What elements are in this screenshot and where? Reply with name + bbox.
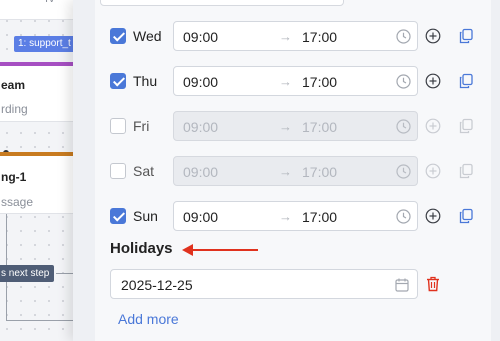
workflow-node[interactable]: eam rding xyxy=(0,62,80,122)
end-time[interactable]: 17:00 xyxy=(302,164,337,180)
arrow-right-icon: → xyxy=(279,119,292,134)
add-time-range-icon[interactable] xyxy=(425,118,441,134)
arrow-right-icon: → xyxy=(279,74,292,89)
time-range-input[interactable]: 09:00 → 17:00 xyxy=(173,201,418,231)
day-label: Sun xyxy=(133,208,158,224)
connection-tag[interactable]: 1: support_t xyxy=(14,36,75,52)
time-range-input[interactable]: 09:00 → 17:00 xyxy=(173,156,418,186)
next-step-tag[interactable]: s next step xyxy=(0,265,55,282)
day-label: Thu xyxy=(133,73,158,89)
node-label: IV xyxy=(45,0,55,5)
day-checkbox[interactable] xyxy=(110,28,126,44)
time-range-input[interactable]: 09:00 → 17:00 xyxy=(173,111,418,141)
copy-icon[interactable] xyxy=(458,73,474,89)
add-more-link[interactable]: Add more xyxy=(118,311,179,327)
end-time[interactable]: 17:00 xyxy=(302,29,337,45)
day-checkbox[interactable] xyxy=(110,118,126,134)
start-time[interactable]: 09:00 xyxy=(183,29,218,45)
holiday-date-value: 2025-12-25 xyxy=(121,277,193,293)
day-checkbox[interactable] xyxy=(110,208,126,224)
end-time[interactable]: 17:00 xyxy=(302,209,337,225)
arrow-right-icon: → xyxy=(279,164,292,179)
day-checkbox[interactable] xyxy=(110,73,126,89)
annotation-arrow-icon xyxy=(182,244,258,256)
clock-icon xyxy=(396,164,411,179)
clock-icon xyxy=(396,74,411,89)
copy-icon[interactable] xyxy=(458,28,474,44)
end-time[interactable]: 17:00 xyxy=(302,74,337,90)
day-label: Fri xyxy=(133,118,150,134)
node-title: eam xyxy=(1,78,26,92)
add-time-range-icon[interactable] xyxy=(425,73,441,89)
add-time-range-icon[interactable] xyxy=(425,28,441,44)
holiday-date-input[interactable]: 2025-12-25 xyxy=(110,269,418,299)
add-time-range-icon[interactable] xyxy=(425,208,441,224)
clock-icon xyxy=(396,209,411,224)
copy-icon[interactable] xyxy=(458,118,474,134)
start-time[interactable]: 09:00 xyxy=(183,119,218,135)
clock-icon xyxy=(396,119,411,134)
workflow-node[interactable]: ng-1 ssage xyxy=(0,152,80,214)
schedule-row-thu: Thu 09:00 → 17:00 xyxy=(110,66,480,96)
delete-holiday-trash-icon[interactable] xyxy=(426,276,440,292)
workflow-node-card[interactable]: IV xyxy=(0,0,80,20)
start-time[interactable]: 09:00 xyxy=(183,74,218,90)
node-subtitle: rding xyxy=(1,102,28,116)
node-subtitle: ssage xyxy=(1,195,34,209)
day-label: Wed xyxy=(133,28,162,44)
schedule-row-fri: Fri 09:00 → 17:00 xyxy=(110,111,480,141)
copy-icon[interactable] xyxy=(458,208,474,224)
start-time[interactable]: 09:00 xyxy=(183,209,218,225)
schedule-row-sun: Sun 09:00 → 17:00 xyxy=(110,201,480,231)
end-time[interactable]: 17:00 xyxy=(302,119,337,135)
schedule-row-sat: Sat 09:00 → 17:00 xyxy=(110,156,480,186)
clock-icon xyxy=(396,29,411,44)
copy-icon[interactable] xyxy=(458,163,474,179)
node-title: ng-1 xyxy=(1,170,27,184)
schedule-row-wed: Wed 09:00 → 17:00 xyxy=(110,21,480,51)
holidays-heading: Holidays xyxy=(110,240,173,257)
day-label: Sat xyxy=(133,163,155,179)
arrow-right-icon: → xyxy=(279,29,292,44)
arrow-right-icon: → xyxy=(279,209,292,224)
time-range-input[interactable]: 09:00 → 17:00 xyxy=(173,21,418,51)
time-range-input[interactable]: 09:00 → 17:00 xyxy=(173,66,418,96)
time-range-field[interactable] xyxy=(100,0,344,6)
day-checkbox[interactable] xyxy=(110,163,126,179)
add-time-range-icon[interactable] xyxy=(425,163,441,179)
calendar-icon[interactable] xyxy=(395,278,409,292)
start-time[interactable]: 09:00 xyxy=(183,164,218,180)
